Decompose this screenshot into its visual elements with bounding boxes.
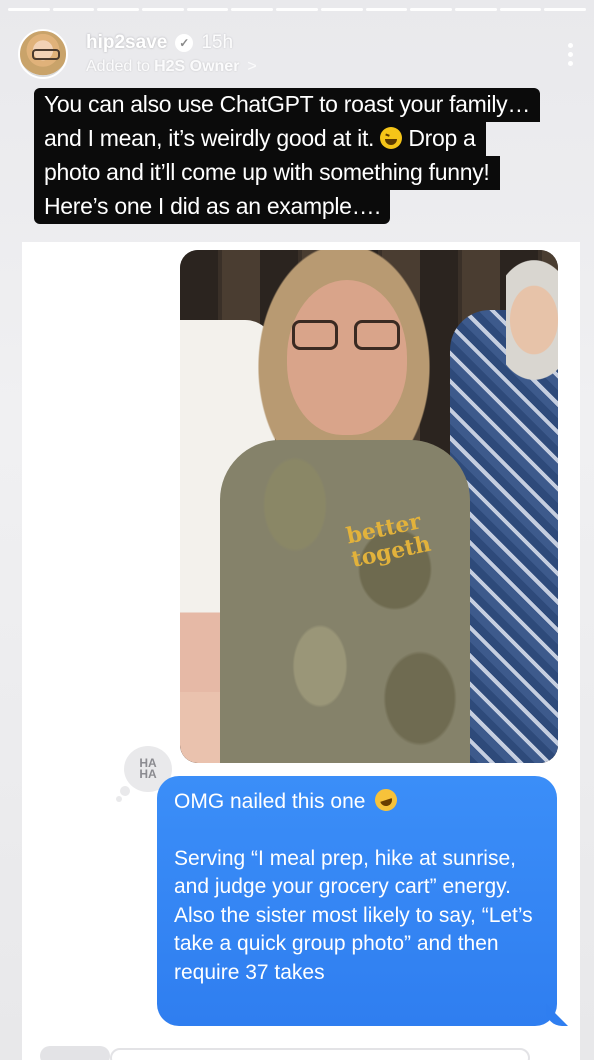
photo-glasses [292,320,400,354]
more-dot [567,51,573,57]
rolling-laughing-emoji-icon [372,786,401,814]
bottom-bar-left [40,1046,110,1060]
progress-segment [142,8,184,11]
progress-segment [365,8,408,11]
caption-line-3: photo and it’ll come up with something f… [34,156,500,190]
more-vertical-icon[interactable] [560,39,580,69]
photo-woman-shirt [220,440,470,763]
post-time: 15h [201,32,234,53]
caption-line-4: Here’s one I did as an example…. [34,190,391,224]
progress-segment [97,8,140,11]
chevron-right-icon: > [247,58,257,75]
message-bubble: OMG nailed this one Serving “I meal prep… [157,776,557,1026]
photo-woman-face [287,280,407,435]
caption-line-1: You can also use ChatGPT to roast your f… [34,88,541,122]
avatar[interactable] [18,29,68,79]
story-progress-bar [8,8,586,11]
message-line-1: OMG nailed this one [174,790,366,813]
progress-segment [276,8,318,11]
added-to-collection[interactable]: Added to H2S Owner > [86,58,257,76]
tapback-tail-dot [120,786,130,796]
tapback-tail-dot [116,796,122,802]
shared-photo: better togeth [180,250,558,763]
progress-segment [454,8,497,11]
name-row: hip2save ✓ 15h [86,32,257,54]
caption-line-2-end: Drop a [408,125,476,151]
reply-field-hint[interactable] [110,1048,530,1060]
caption-line-2: and I mean, it’s weirdly good at it. Dro… [34,122,486,156]
progress-segment [231,8,274,11]
photo-person-right-head [506,260,558,380]
username[interactable]: hip2save [86,32,167,54]
progress-segment [410,8,452,11]
tapback-line-2: HA [139,767,157,781]
collection-name: H2S Owner [154,58,240,75]
progress-segment [8,8,50,11]
more-dot [567,42,573,48]
progress-segment [544,8,586,11]
message-first-line: OMG nailed this one [174,786,541,817]
laughing-emoji-icon [380,127,403,149]
story-caption: You can also use ChatGPT to roast your f… [34,88,541,224]
header-text: hip2save ✓ 15h Added to H2S Owner > [86,32,257,76]
progress-segment [186,8,229,11]
caption-line-2-text: and I mean, it’s weirdly good at it. [44,125,375,151]
progress-segment [52,8,95,11]
added-to-label: Added to [86,58,151,75]
verified-badge-icon: ✓ [175,34,194,52]
story-header: hip2save ✓ 15h Added to H2S Owner > [18,26,580,82]
message-body: Serving “I meal prep, hike at sunrise, a… [174,846,533,984]
more-dot [567,60,573,66]
progress-segment [499,8,542,11]
progress-segment [320,8,363,11]
